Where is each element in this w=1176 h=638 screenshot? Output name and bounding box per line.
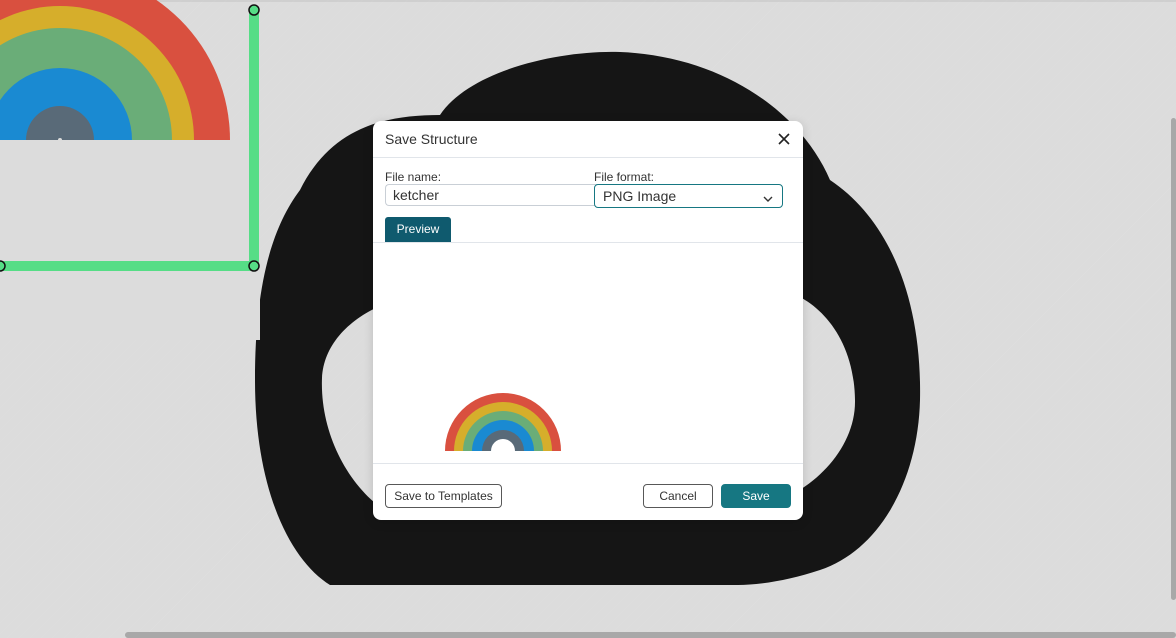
close-icon[interactable] (775, 130, 793, 148)
save-button[interactable]: Save (721, 484, 791, 508)
horizontal-scrollbar[interactable] (125, 632, 1176, 638)
save-to-templates-button[interactable]: Save to Templates (385, 484, 502, 508)
file-name-label: File name: (385, 170, 442, 184)
file-format-label: File format: (594, 170, 655, 184)
preview-panel (373, 243, 803, 509)
resize-handle-top-right[interactable] (248, 4, 260, 16)
preview-image (433, 393, 573, 509)
vertical-scrollbar[interactable] (1171, 118, 1176, 600)
dialog-header: Save Structure (373, 121, 803, 158)
preview-rainbow (433, 393, 573, 509)
footer-divider (373, 463, 803, 464)
save-structure-dialog: Save Structure File name: File format: P… (373, 121, 803, 520)
file-name-field[interactable] (385, 184, 601, 206)
file-format-value: PNG Image (603, 188, 677, 204)
file-format-select[interactable]: PNG Image (594, 184, 783, 208)
tab-preview[interactable]: Preview (385, 217, 451, 242)
chevron-down-icon (762, 191, 774, 202)
cancel-button[interactable]: Cancel (643, 484, 713, 508)
dialog-title: Save Structure (385, 131, 478, 147)
resize-handle-bottom-right[interactable] (248, 260, 260, 272)
resize-handle-bottom-left[interactable] (0, 260, 6, 272)
